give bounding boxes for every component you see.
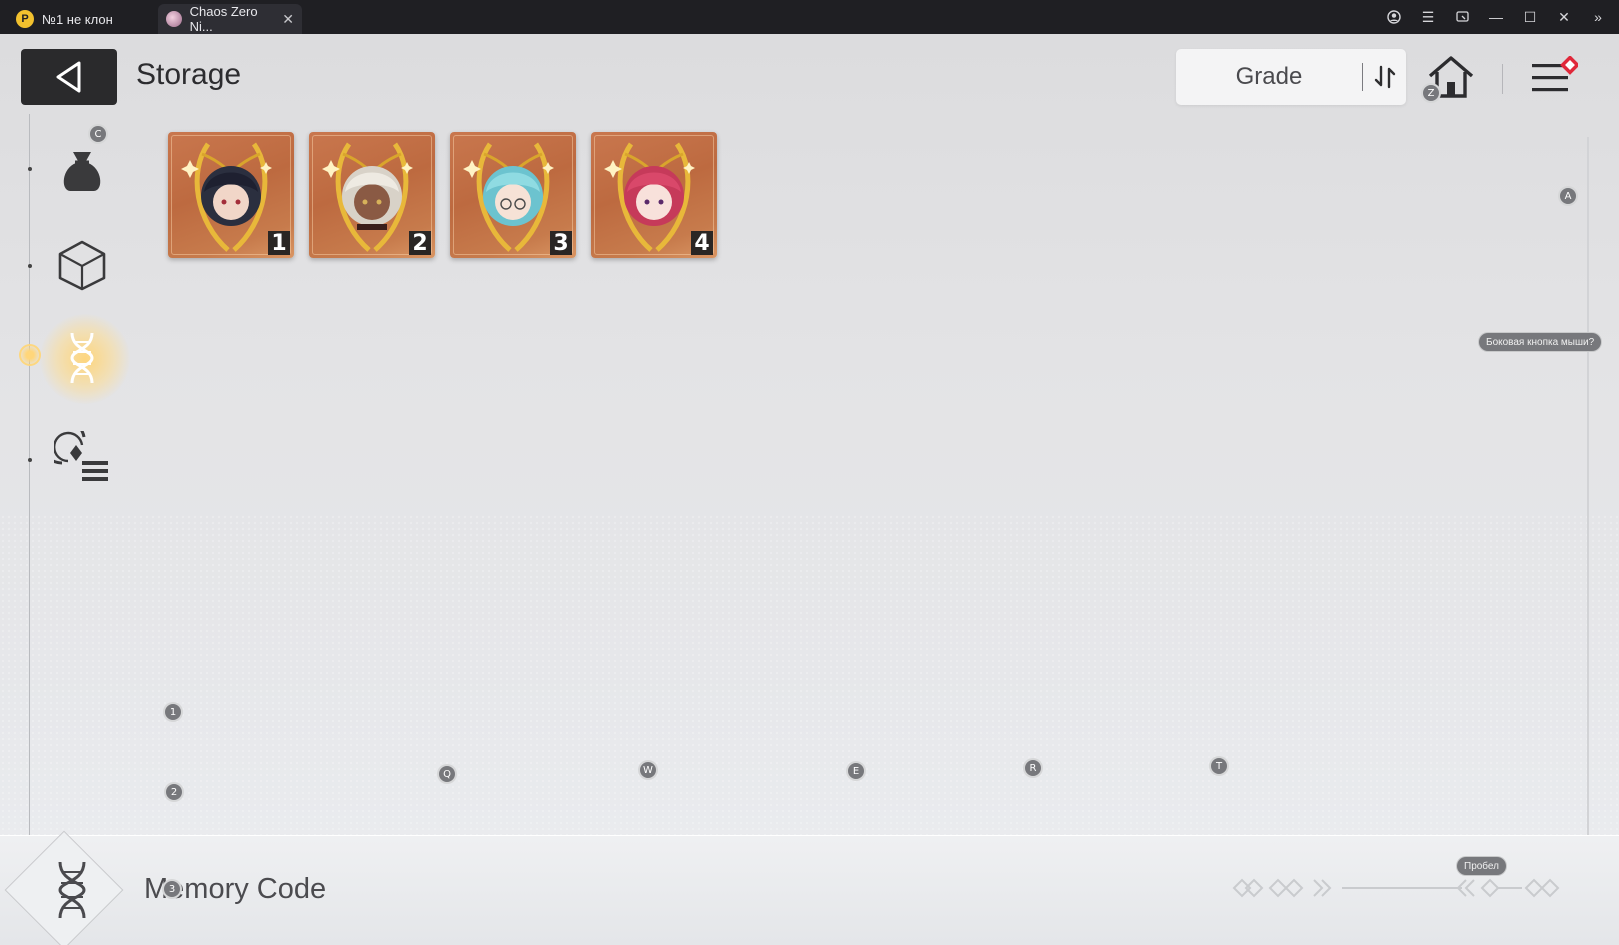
sort-label: Grade xyxy=(1235,63,1303,90)
expand-sidebar-icon[interactable]: » xyxy=(1581,0,1615,34)
back-arrow-icon xyxy=(56,61,81,93)
sort-order-icon[interactable] xyxy=(1363,63,1406,91)
bottom-bar: Memory Code 3 Пробел xyxy=(0,830,1619,945)
sidebar-rail xyxy=(29,114,30,868)
page-title: Storage xyxy=(136,58,242,91)
memory-code-card[interactable]: 3 xyxy=(450,132,576,258)
item-number: 1 xyxy=(268,231,290,256)
hotkey-a-badge: A xyxy=(1558,186,1578,206)
tab-label: №1 не клон xyxy=(42,11,113,27)
sidebar-item-pouch[interactable] xyxy=(50,138,114,202)
hamburger-menu-icon[interactable]: ☰ xyxy=(1411,0,1445,34)
main-menu-button[interactable] xyxy=(1530,55,1580,100)
header-separator xyxy=(1502,64,1503,94)
hotkey-t-badge: T xyxy=(1209,756,1229,776)
screen-icon[interactable] xyxy=(1445,0,1479,34)
memory-code-card[interactable]: 1 xyxy=(168,132,294,258)
item-number: 3 xyxy=(550,231,572,256)
dna-icon xyxy=(58,861,86,919)
menu-icon xyxy=(1532,55,1580,92)
hotkey-space-badge: Пробел xyxy=(1456,856,1507,876)
emulator-logo-icon: P xyxy=(16,10,34,28)
scrollbar[interactable] xyxy=(1587,137,1589,855)
hotkey-z-badge: Z xyxy=(1421,83,1441,103)
minimize-icon[interactable]: — xyxy=(1479,0,1513,34)
account-icon[interactable] xyxy=(1377,0,1411,34)
memory-code-card[interactable]: 2 xyxy=(309,132,435,258)
hotkey-r-badge: R xyxy=(1023,758,1043,778)
hotkey-c-badge: C xyxy=(88,124,108,144)
memory-list-icon xyxy=(54,431,108,481)
tab-game[interactable]: Chaos Zero Ni... ✕ xyxy=(158,4,302,34)
tab-label: Chaos Zero Ni... xyxy=(189,4,258,34)
hotkey-w-badge: W xyxy=(638,760,658,780)
tab-emulator-home[interactable]: P №1 не клон xyxy=(8,4,158,34)
dna-icon xyxy=(70,332,94,384)
hotkey-side-mouse-badge: Боковая кнопка мыши? xyxy=(1478,332,1603,352)
sidebar-marker xyxy=(28,458,32,462)
decorative-ornament-icon xyxy=(1232,878,1560,898)
hotkey-3-badge: 3 xyxy=(162,879,182,899)
back-button[interactable] xyxy=(21,49,117,105)
item-number: 4 xyxy=(691,231,713,256)
close-tab-icon[interactable]: ✕ xyxy=(282,11,294,28)
item-number: 2 xyxy=(409,231,431,256)
close-window-icon[interactable]: ✕ xyxy=(1547,0,1581,34)
game-viewport: Storage Grade Z C 1 2 3 4 A Боковая кноп… xyxy=(0,34,1619,945)
emulator-title-bar: P №1 не клон Chaos Zero Ni... ✕ ☰ — ☐ ✕ … xyxy=(0,0,1619,34)
sidebar-item-memory-code[interactable] xyxy=(50,326,114,390)
maximize-icon[interactable]: ☐ xyxy=(1513,0,1547,34)
sidebar-marker xyxy=(28,264,32,268)
sidebar-item-records[interactable] xyxy=(50,427,114,491)
hotkey-e-badge: E xyxy=(846,761,866,781)
hotkey-q-badge: Q xyxy=(437,764,457,784)
hotkey-2-badge: 2 xyxy=(164,782,184,802)
window-controls: ☰ — ☐ ✕ » xyxy=(1377,0,1615,34)
pouch-icon xyxy=(63,152,101,191)
sidebar-item-materials[interactable] xyxy=(50,233,114,297)
active-indicator xyxy=(19,344,41,366)
memory-code-card[interactable]: 4 xyxy=(591,132,717,258)
cube-icon xyxy=(58,240,106,291)
sort-selector[interactable]: Grade xyxy=(1176,49,1406,105)
hotkey-1-badge: 1 xyxy=(163,702,183,722)
sidebar-marker xyxy=(28,167,32,171)
game-icon xyxy=(166,11,182,27)
